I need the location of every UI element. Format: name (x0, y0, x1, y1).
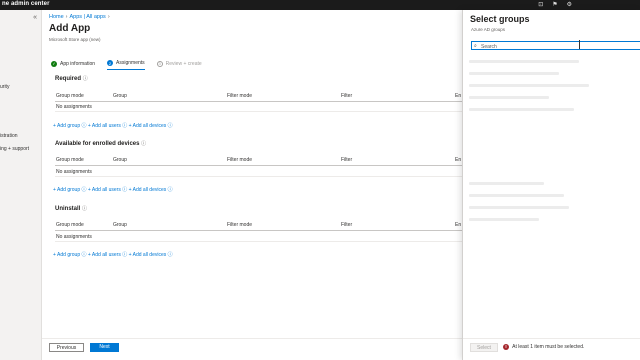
wizard-footer: Previous Next (42, 338, 462, 360)
col-group-mode: Group mode (56, 93, 84, 99)
left-nav: « urity istration ing + support (0, 10, 42, 360)
table-row: No assignments (55, 102, 462, 112)
info-icon[interactable]: ⓘ (82, 206, 87, 212)
panel-title: Select groups (470, 14, 530, 24)
table-row: No assignments (55, 167, 462, 177)
nav-item-administration[interactable]: istration (0, 133, 18, 139)
previous-button[interactable]: Previous (49, 343, 84, 352)
page-subtitle: Microsoft Store app (new) (49, 37, 101, 42)
table-header: Group mode Group Filter mode Filter En (55, 219, 462, 231)
loading-placeholder (469, 218, 539, 221)
breadcrumb-all-apps[interactable]: Apps | All apps (70, 14, 106, 20)
top-bar: ne admin center ⊡ ⚑ ⚙ (0, 0, 640, 10)
panel-footer: Select ! At least 1 item must be selecte… (463, 338, 640, 360)
step-assignments[interactable]: 2 Assignments (107, 60, 145, 70)
loading-placeholder (469, 182, 544, 185)
select-button[interactable]: Select (470, 343, 498, 352)
step-review-create: 3 Review + create (156, 60, 202, 70)
feedback-icon[interactable]: ⚑ (552, 1, 557, 8)
main-content: Home › Apps | All apps › Add App Microsoft … (42, 10, 462, 360)
loading-placeholder (469, 72, 559, 75)
search-input[interactable]: ⌕ Search (471, 41, 640, 50)
check-icon: ✓ (51, 60, 57, 67)
info-icon[interactable]: ⓘ (141, 141, 146, 147)
col-group: Group (113, 93, 127, 99)
section-title-text: Required (55, 76, 82, 82)
loading-placeholder (469, 60, 579, 63)
page-title: Add App (49, 23, 91, 34)
cloud-shell-icon[interactable]: ⊡ (538, 1, 543, 8)
step-app-information[interactable]: ✓ App information (51, 60, 95, 70)
table-row: No assignments (55, 232, 462, 242)
col-group-mode: Group mode (56, 157, 84, 163)
step-label: Review + create (165, 60, 202, 67)
settings-icon[interactable]: ⚙ (567, 1, 572, 8)
step-label: Assignments (116, 60, 145, 66)
panel-subtitle: Azure AD groups (471, 27, 506, 32)
step-label: App information (60, 60, 96, 67)
app-title: ne admin center (2, 1, 50, 7)
col-filter: Filter (341, 222, 353, 228)
section-title-text: Uninstall (55, 206, 81, 212)
add-links[interactable]: + Add group ⓘ + Add all users ⓘ + Add al… (53, 186, 173, 193)
validation-text: At least 1 item must be selected. (512, 344, 585, 350)
col-group-mode: Group mode (56, 222, 84, 228)
section-title-available: Available for enrolled devices ⓘ (55, 140, 146, 147)
validation-message: ! At least 1 item must be selected. (503, 344, 584, 350)
add-links[interactable]: + Add group ⓘ + Add all users ⓘ + Add al… (53, 122, 173, 129)
table-header: Group mode Group Filter mode Filter En (55, 90, 462, 102)
loading-placeholder (469, 194, 564, 197)
select-groups-panel: Select groups Azure AD groups ⌕ Search S… (462, 10, 640, 360)
loading-placeholder (469, 108, 574, 111)
col-end-user: En (455, 222, 462, 228)
nav-item-security[interactable]: urity (0, 84, 9, 90)
collapse-nav-icon[interactable]: « (33, 14, 37, 21)
nav-item-support[interactable]: ing + support (0, 146, 29, 152)
col-end-user: En (455, 93, 462, 99)
error-icon: ! (503, 344, 509, 350)
text-cursor (579, 40, 580, 49)
section-title-uninstall: Uninstall ⓘ (55, 205, 87, 212)
no-assignments-text: No assignments (56, 104, 92, 110)
step-number: 2 (107, 60, 114, 66)
search-icon: ⌕ (474, 43, 477, 49)
col-filter: Filter (341, 157, 353, 163)
breadcrumb-separator: › (65, 14, 68, 20)
step-number: 3 (156, 60, 163, 67)
section-title-text: Available for enrolled devices (55, 141, 140, 147)
loading-placeholder (469, 84, 589, 87)
next-button[interactable]: Next (90, 343, 119, 352)
col-filter: Filter (341, 93, 353, 99)
loading-placeholder (469, 206, 569, 209)
no-assignments-text: No assignments (56, 234, 92, 240)
table-header: Group mode Group Filter mode Filter En (55, 154, 462, 166)
search-placeholder: Search (481, 43, 497, 50)
col-filter-mode: Filter mode (227, 93, 253, 99)
breadcrumb: Home › Apps | All apps › (49, 14, 112, 20)
col-group: Group (113, 157, 127, 163)
loading-placeholder (469, 96, 549, 99)
col-filter-mode: Filter mode (227, 222, 253, 228)
no-assignments-text: No assignments (56, 169, 92, 175)
col-end-user: En (455, 157, 462, 163)
breadcrumb-home[interactable]: Home (49, 14, 64, 20)
wizard-steps: ✓ App information 2 Assignments 3 Review… (51, 60, 202, 70)
section-title-required: Required ⓘ (55, 75, 88, 82)
col-filter-mode: Filter mode (227, 157, 253, 163)
add-links[interactable]: + Add group ⓘ + Add all users ⓘ + Add al… (53, 251, 173, 258)
breadcrumb-separator: › (107, 14, 110, 20)
col-group: Group (113, 222, 127, 228)
info-icon[interactable]: ⓘ (83, 76, 88, 82)
